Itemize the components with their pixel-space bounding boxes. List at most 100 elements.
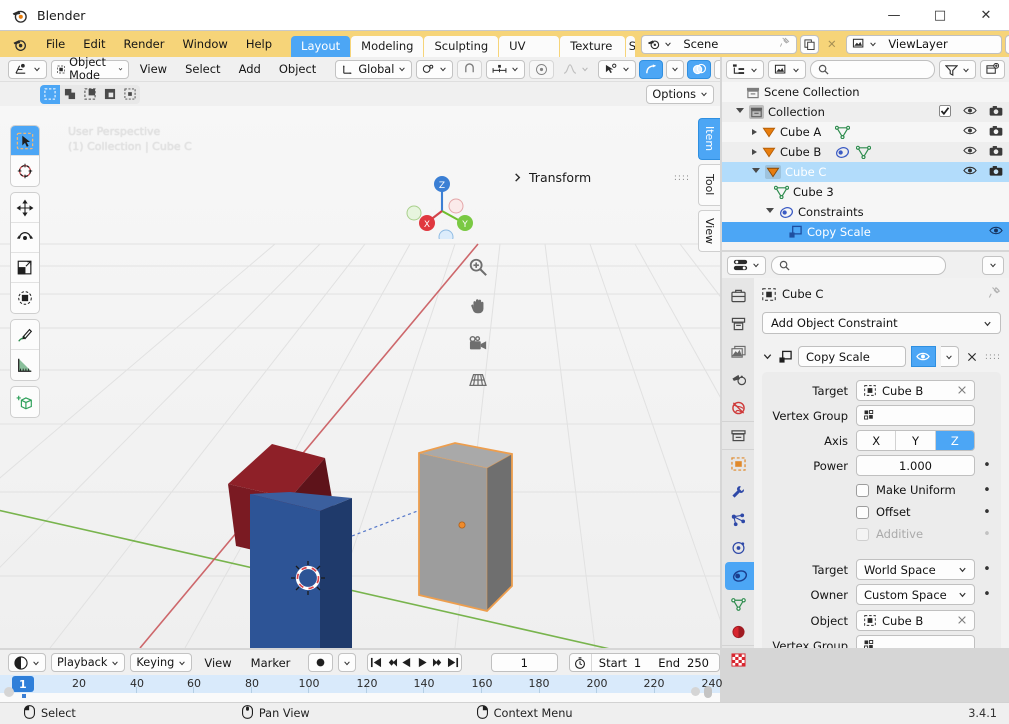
snap-magnet-toggle[interactable] (457, 59, 483, 79)
properties-options-button[interactable] (982, 255, 1004, 275)
menu-help[interactable]: Help (237, 31, 281, 57)
constraint-drag-grip[interactable]: :::: (985, 352, 1001, 362)
rotate-tool[interactable] (11, 223, 39, 253)
camera-icon[interactable] (989, 125, 1003, 140)
animate-dot[interactable]: • (981, 505, 993, 520)
panel-grip-icon[interactable]: :::: (674, 173, 690, 183)
outliner-row-cube-a[interactable]: Cube A (722, 122, 1009, 142)
select-subtract-icon[interactable] (80, 85, 100, 104)
eye-icon[interactable] (989, 225, 1003, 239)
start-frame-value[interactable]: 1 (634, 656, 651, 670)
eye-icon[interactable] (963, 105, 977, 119)
animate-dot[interactable]: • (981, 587, 993, 602)
playhead[interactable]: 1 (12, 676, 34, 692)
timeline-menu-marker[interactable]: Marker (244, 653, 298, 673)
particles-tab[interactable] (722, 506, 754, 534)
make-uniform-checkbox[interactable] (856, 483, 869, 497)
timeline-channel-area[interactable] (0, 686, 720, 702)
tab-modeling[interactable]: Modeling (351, 36, 424, 57)
blender-menu-icon[interactable] (12, 37, 27, 52)
new-viewlayer-button[interactable] (1005, 34, 1009, 54)
gizmo-toggle[interactable] (639, 59, 664, 79)
constraint-icon[interactable] (835, 146, 850, 159)
outliner-row-copy-scale[interactable]: Copy Scale (722, 222, 1009, 242)
offset-checkbox[interactable] (856, 505, 869, 519)
timeline-scrubbing-area[interactable]: 20 40 60 80 100 120 140 160 180 200 220 … (0, 675, 723, 693)
constraints-tab[interactable] (725, 562, 754, 590)
select-intersect-icon[interactable] (120, 85, 140, 104)
camera-view-icon[interactable] (468, 335, 489, 356)
camera-icon[interactable] (989, 165, 1003, 180)
texture-tab[interactable] (722, 646, 754, 674)
jump-to-start-button[interactable] (368, 654, 383, 671)
gizmo-options-chevron[interactable] (666, 59, 685, 79)
navigation-gizmo[interactable]: Z Y X (405, 169, 475, 245)
checkbox-icon[interactable] (939, 104, 951, 120)
maximize-button[interactable]: □ (917, 0, 963, 31)
use-preview-range-icon[interactable] (570, 654, 592, 671)
expander-icon[interactable] (752, 149, 757, 155)
play-reverse-button[interactable] (399, 654, 414, 671)
transform-tool[interactable] (11, 283, 39, 313)
viewport-menu-view[interactable]: View (133, 59, 174, 79)
eye-icon[interactable] (963, 145, 977, 159)
expander-icon[interactable] (736, 108, 744, 116)
view-layer-tab[interactable] (722, 366, 754, 394)
scene-tab[interactable] (722, 394, 754, 422)
custom-space-vertex-group-field[interactable] (856, 635, 975, 648)
scene-browse-icon[interactable] (641, 34, 678, 54)
outliner-filter-button[interactable] (939, 60, 976, 79)
expander-icon[interactable] (752, 129, 757, 135)
scene-selector[interactable]: Scene ✕ (641, 34, 841, 54)
chevron-down-icon[interactable] (762, 351, 773, 362)
select-extend-icon[interactable] (60, 85, 80, 104)
toggle-ortho-icon[interactable] (468, 372, 489, 391)
viewport-menu-object[interactable]: Object (272, 59, 323, 79)
expander-icon[interactable] (752, 168, 760, 176)
physics-tab[interactable] (722, 534, 754, 562)
snap-pivot-selector[interactable] (416, 59, 454, 79)
viewport-canvas[interactable] (0, 106, 720, 648)
falloff-selector[interactable] (558, 60, 594, 79)
outliner-row-cube-3[interactable]: Cube 3 (722, 182, 1009, 202)
animate-dot[interactable]: • (981, 562, 993, 577)
sidebar-tab-item[interactable]: Item (698, 118, 720, 160)
play-button[interactable] (415, 654, 430, 671)
menu-render[interactable]: Render (115, 31, 174, 57)
eye-icon[interactable] (963, 165, 977, 179)
mesh-data-icon[interactable] (835, 125, 851, 139)
clear-icon[interactable] (957, 384, 967, 398)
outliner-display-mode-selector[interactable] (768, 60, 806, 79)
pin-icon[interactable] (779, 37, 790, 51)
axis-z-toggle[interactable]: Z (935, 431, 974, 450)
minimize-button[interactable]: — (871, 0, 917, 31)
jump-to-prev-keyframe-button[interactable] (384, 654, 399, 671)
target-object-field[interactable]: Cube B (856, 380, 975, 401)
outliner-row-constraints[interactable]: Constraints (722, 202, 1009, 222)
expander-icon[interactable] (766, 208, 774, 216)
timeline-menu-view[interactable]: View (197, 653, 238, 673)
render-tab[interactable] (722, 310, 754, 338)
viewlayer-browse-icon[interactable] (846, 34, 883, 54)
outliner-new-collection-button[interactable] (980, 60, 1005, 79)
transform-orientation-selector[interactable]: Global (335, 59, 413, 79)
auto-keying-options[interactable] (338, 653, 357, 672)
select-mode-buttons[interactable] (40, 84, 140, 104)
outliner-row-collection[interactable]: Collection (722, 102, 1009, 122)
sidebar-tab-view[interactable]: View (698, 210, 720, 252)
collection-tab[interactable] (722, 422, 754, 450)
viewport-menu-select[interactable]: Select (178, 59, 227, 79)
properties-search-input[interactable] (771, 255, 946, 275)
animate-dot[interactable]: • (981, 483, 993, 498)
menu-file[interactable]: File (37, 31, 74, 57)
tab-shading-clipped[interactable]: S (625, 36, 636, 57)
visibility-selector[interactable] (598, 59, 637, 79)
annotate-tool[interactable] (11, 320, 39, 350)
mesh-data-icon[interactable] (856, 145, 872, 159)
material-tab[interactable] (722, 618, 754, 646)
vertex-group-field[interactable] (856, 405, 975, 426)
sidebar-tab-tool[interactable]: Tool (698, 164, 720, 206)
properties-editor-type-selector[interactable] (727, 255, 766, 275)
camera-icon[interactable] (989, 145, 1003, 160)
editor-type-selector[interactable] (8, 59, 47, 79)
